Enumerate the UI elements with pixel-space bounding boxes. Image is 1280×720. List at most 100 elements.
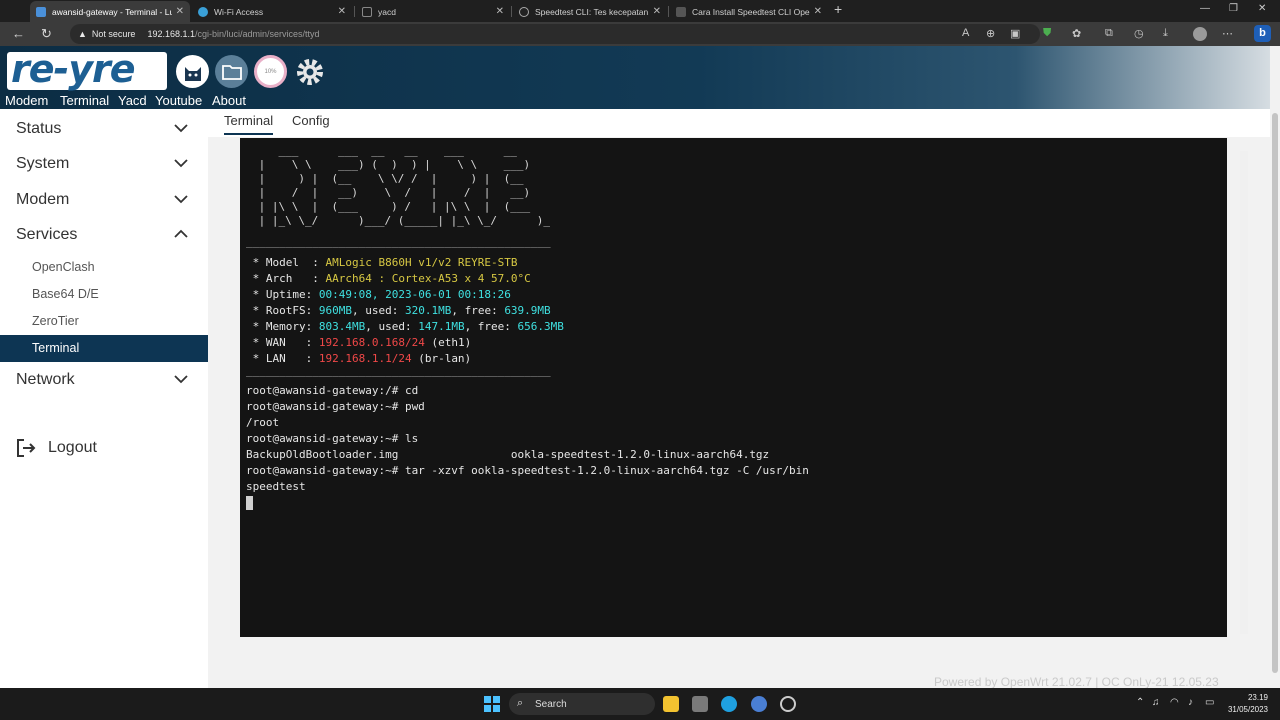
terminal-output-line: root@awansid-gateway:~# tar -xzvf ookla-… bbox=[246, 464, 809, 477]
sidebar-item-network[interactable]: Network bbox=[0, 365, 208, 395]
close-tab-icon[interactable]: ✕ bbox=[814, 6, 822, 17]
page-scrollbar-thumb[interactable] bbox=[1272, 113, 1278, 673]
calculator-icon[interactable] bbox=[692, 696, 708, 712]
settings-app-icon[interactable] bbox=[780, 696, 796, 712]
sidebar-item-services[interactable]: Services bbox=[0, 220, 208, 250]
sysinfo-label: , used: bbox=[351, 304, 405, 317]
sysinfo-value: 639.9MB bbox=[504, 304, 551, 317]
sidebar-subitem-openclash[interactable]: OpenClash bbox=[0, 254, 208, 281]
logout-button[interactable]: Logout bbox=[16, 437, 136, 461]
battery-icon[interactable]: ▭ bbox=[1205, 697, 1214, 708]
gear-glyph bbox=[296, 58, 323, 85]
more-menu-icon[interactable]: ⋯ bbox=[1222, 27, 1233, 40]
browser-tab-speedtest-cli[interactable]: Speedtest CLI: Tes kecepatan int ✕ bbox=[513, 1, 667, 22]
volume-icon[interactable]: ♪ bbox=[1188, 697, 1193, 708]
browser-tab-wifi-access[interactable]: Wi-Fi Access ✕ bbox=[192, 1, 352, 22]
sidebar-item-status[interactable]: Status bbox=[0, 114, 208, 144]
minimize-window-icon[interactable]: — bbox=[1200, 3, 1210, 14]
header-menu-youtube[interactable]: Youtube bbox=[155, 93, 202, 108]
sidebar-item-system[interactable]: System bbox=[0, 149, 208, 179]
globe-favicon-icon bbox=[198, 6, 208, 17]
taskbar-clock[interactable]: 23.19 31/05/2023 bbox=[1222, 692, 1268, 716]
bing-chat-icon[interactable]: b bbox=[1254, 25, 1271, 42]
reyre-logo[interactable]: re-yre bbox=[7, 47, 167, 91]
header-menu-terminal[interactable]: Terminal bbox=[60, 93, 109, 108]
header-menu-about[interactable]: About bbox=[212, 93, 246, 108]
sidebar-item-label: Status bbox=[16, 120, 62, 137]
app-available-icon[interactable]: ▣ bbox=[1010, 27, 1020, 40]
sysinfo-value: AArch64 : Cortex-A53 x 4 57.0°C bbox=[325, 272, 531, 285]
close-tab-icon[interactable]: ✕ bbox=[338, 6, 346, 17]
terminal-line-memory: * Memory: 803.4MB, used: 147.1MB, free: … bbox=[246, 319, 564, 335]
main-content: Terminal Config ___ ___ __ __ ___ __ | \… bbox=[208, 109, 1270, 689]
sysinfo-label: * Model : bbox=[246, 256, 326, 269]
terminal-window[interactable]: ___ ___ __ __ ___ __ | \ \ ___) ( ) ) | … bbox=[240, 138, 1227, 637]
chevron-down-icon bbox=[174, 124, 188, 133]
sysinfo-value: 803.4MB bbox=[318, 320, 366, 333]
vpn-shield-icon[interactable]: ⛊ bbox=[1043, 27, 1051, 40]
page-scrollbar[interactable] bbox=[1270, 109, 1280, 688]
content-tabs: Terminal Config bbox=[208, 109, 1270, 137]
history-icon[interactable]: ◷ bbox=[1134, 27, 1144, 40]
file-explorer-icon[interactable] bbox=[663, 696, 679, 712]
wifi-icon[interactable]: ◠ bbox=[1170, 697, 1179, 708]
download-icon[interactable]: ⤓ bbox=[1163, 27, 1168, 40]
url-field[interactable]: ▲ Not secure 192.168.1.1 /cgi-bin/luci/a… bbox=[70, 24, 1040, 44]
clock-date: 31/05/2023 bbox=[1227, 705, 1268, 714]
zoom-icon[interactable]: ⊕ bbox=[986, 27, 995, 40]
sysinfo-value: 320.1MB bbox=[404, 304, 452, 317]
logo-text: re-yre bbox=[11, 47, 136, 91]
terminal-scrollbar[interactable] bbox=[1240, 151, 1248, 634]
folder-icon[interactable] bbox=[215, 55, 248, 88]
browser-tab-luci-terminal[interactable]: awansid-gateway - Terminal - Lu ✕ bbox=[30, 1, 190, 22]
browser-tab-yacd[interactable]: yacd ✕ bbox=[356, 1, 510, 22]
tab-terminal[interactable]: Terminal bbox=[224, 113, 274, 135]
clock-time: 23.19 bbox=[1247, 693, 1268, 702]
sidebar-item-modem[interactable]: Modem bbox=[0, 185, 208, 215]
sysinfo-label: * Memory: bbox=[246, 320, 319, 333]
gear-icon[interactable] bbox=[293, 55, 326, 88]
terminal-line-uptime: * Uptime: 00:49:08, 2023-06-01 00:18:26 bbox=[246, 287, 511, 303]
cat-glyph bbox=[184, 66, 201, 81]
sidebar-subitem-zerotier[interactable]: ZeroTier bbox=[0, 308, 208, 335]
new-tab-button[interactable]: + bbox=[834, 1, 842, 17]
gauge-icon[interactable]: 10% bbox=[254, 55, 287, 88]
sysinfo-value: 00:49:08, 2023-06-01 00:18:26 bbox=[318, 288, 511, 301]
edge-browser-icon[interactable] bbox=[721, 696, 737, 712]
browser-tab-cara-install[interactable]: Cara Install Speedtest CLI Openw ✕ bbox=[670, 1, 828, 22]
tab-config[interactable]: Config bbox=[292, 113, 330, 128]
microphone-icon[interactable]: ♫ bbox=[1152, 697, 1160, 708]
close-window-icon[interactable]: ✕ bbox=[1258, 3, 1266, 14]
taskbar-search[interactable]: ⌕ Search bbox=[509, 693, 655, 715]
reload-icon[interactable]: ↻ bbox=[41, 26, 52, 42]
tray-chevron-icon[interactable]: ⌃ bbox=[1136, 697, 1144, 708]
header-menu-modem[interactable]: Modem bbox=[5, 93, 48, 108]
security-label[interactable]: Not secure bbox=[92, 29, 136, 39]
profile-avatar-icon[interactable] bbox=[1193, 27, 1207, 41]
cat-icon[interactable] bbox=[176, 55, 209, 88]
read-aloud-icon[interactable]: A bbox=[962, 27, 969, 39]
warning-triangle-icon[interactable]: ▲ bbox=[78, 29, 87, 39]
sidebar-subitem-label: Base64 D/E bbox=[32, 287, 99, 301]
close-tab-icon[interactable]: ✕ bbox=[496, 6, 504, 17]
terminal-line-model: * Model : AMLogic B860H v1/v2 REYRE-STB bbox=[246, 255, 518, 271]
close-tab-icon[interactable]: ✕ bbox=[176, 6, 184, 17]
windows-start-icon[interactable] bbox=[484, 696, 500, 712]
windows-logo bbox=[484, 696, 500, 712]
sidebar-subitem-terminal[interactable]: Terminal bbox=[0, 335, 208, 362]
sidebar-subitem-base64[interactable]: Base64 D/E bbox=[0, 281, 208, 308]
sidebar-item-label: Modem bbox=[16, 191, 70, 208]
sidebar-subitem-label: ZeroTier bbox=[32, 314, 79, 328]
close-tab-icon[interactable]: ✕ bbox=[653, 6, 661, 17]
tab-title: Speedtest CLI: Tes kecepatan int bbox=[535, 6, 649, 17]
back-arrow-icon[interactable]: ← bbox=[12, 26, 25, 41]
header-menu-yacd[interactable]: Yacd bbox=[118, 93, 147, 108]
restore-window-icon[interactable]: ❐ bbox=[1229, 3, 1238, 14]
terminal-output-line: root@awansid-gateway:/# cd bbox=[246, 384, 419, 397]
footer-powered-by: Powered by OpenWrt 21.02.7 | OC OnLy-21 … bbox=[934, 675, 1219, 689]
collections-icon[interactable]: ⧉ bbox=[1105, 27, 1113, 40]
terminal-line-wan: * WAN : 192.168.0.168/24 (eth1) bbox=[246, 335, 472, 351]
messenger-icon[interactable] bbox=[751, 696, 767, 712]
sysinfo-label: , free: bbox=[451, 304, 505, 317]
extensions-icon[interactable]: ✿ bbox=[1072, 27, 1081, 40]
